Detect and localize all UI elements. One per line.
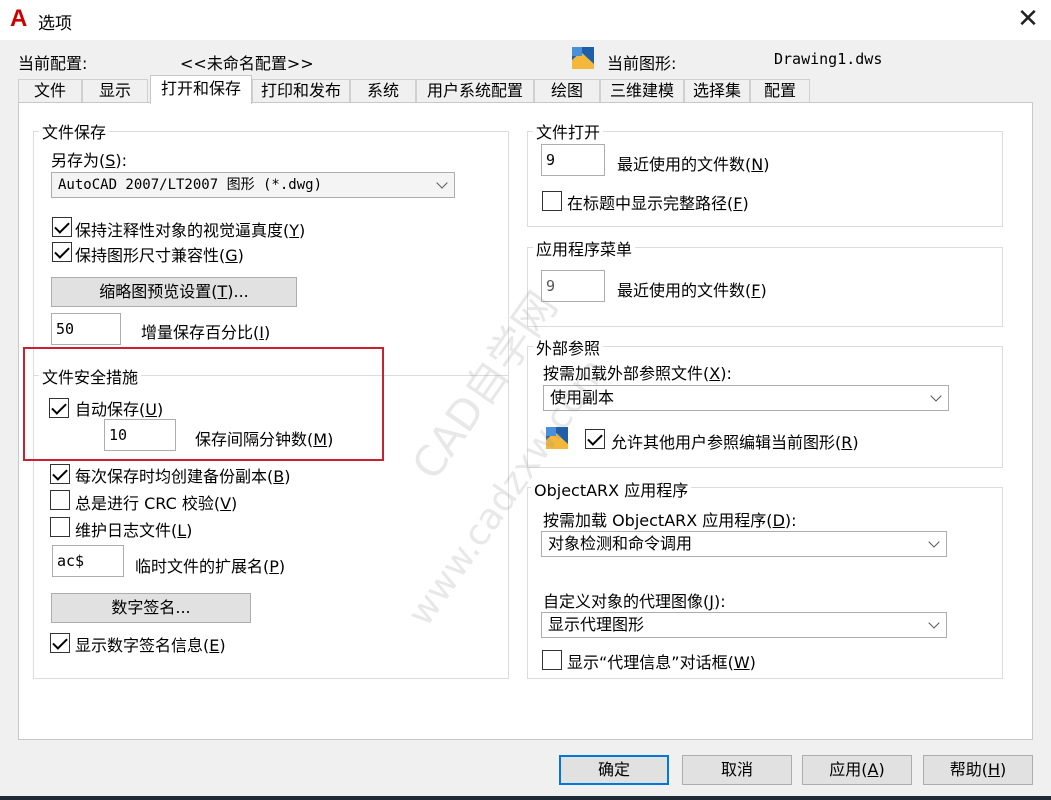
show-signature-label: 显示数字签名信息(E)	[75, 636, 226, 655]
keep-annotative-label: 保持注释性对象的视觉逼真度(Y)	[75, 221, 306, 240]
tab-profiles[interactable]: 配置	[750, 79, 810, 103]
proxy-dialog-label: 显示“代理信息”对话框(W)	[567, 653, 756, 672]
incremental-save-label: 增量保存百分比(I)	[141, 323, 271, 342]
cancel-button[interactable]: 取消	[682, 755, 792, 785]
tab-user-preferences[interactable]: 用户系统配置	[416, 79, 534, 103]
keep-annotative-checkbox[interactable]	[52, 217, 72, 237]
app-menu-recent-label: 最近使用的文件数(F)	[617, 281, 767, 300]
file-save-title: 文件保存	[39, 119, 110, 143]
backup-copy-label: 每次保存时均创建备份副本(B)	[75, 467, 291, 486]
taskbar-strip	[0, 796, 1051, 800]
autosave-label: 自动保存(U)	[75, 400, 164, 419]
proxy-image-select[interactable]: 显示代理图形	[541, 612, 947, 638]
title-bar	[0, 0, 1051, 40]
objectarx-title: ObjectARX 应用程序	[531, 477, 692, 501]
autosave-checkbox[interactable]	[49, 398, 69, 418]
backup-copy-checkbox[interactable]	[50, 464, 70, 484]
ok-button[interactable]: 确定	[559, 755, 669, 785]
tab-files[interactable]: 文件	[18, 79, 82, 103]
full-path-checkbox[interactable]	[542, 191, 562, 211]
keep-dimension-checkbox[interactable]	[52, 242, 72, 262]
keep-dimension-label: 保持图形尺寸兼容性(G)	[75, 246, 244, 265]
show-signature-checkbox[interactable]	[50, 633, 70, 653]
app-menu-recent-input[interactable]: 9	[541, 270, 605, 302]
log-file-checkbox[interactable]	[50, 517, 70, 537]
current-profile-value: <<未命名配置>>	[180, 54, 314, 73]
tab-display[interactable]: 显示	[82, 79, 148, 103]
help-button[interactable]: 帮助(H)	[923, 755, 1033, 785]
file-safety-title: 文件安全措施	[39, 364, 142, 388]
objectarx-demand-label: 按需加载 ObjectARX 应用程序(D):	[543, 511, 797, 530]
crc-check-label: 总是进行 CRC 校验(V)	[75, 494, 238, 513]
saveas-label: 另存为(S):	[51, 151, 128, 170]
proxy-image-label: 自定义对象的代理图像(J):	[543, 592, 726, 611]
close-icon[interactable]: ✕	[1014, 4, 1042, 34]
crc-check-checkbox[interactable]	[50, 490, 70, 510]
tab-drafting[interactable]: 绘图	[534, 79, 600, 103]
current-drawing-value: Drawing1.dws	[774, 50, 883, 68]
recent-files-label: 最近使用的文件数(N)	[617, 155, 770, 174]
drawing-file-icon	[572, 47, 594, 69]
tab-selection[interactable]: 选择集	[684, 79, 750, 103]
digital-signatures-button[interactable]: 数字签名...	[51, 593, 251, 623]
proxy-dialog-checkbox[interactable]	[542, 650, 562, 670]
allow-xref-edit-checkbox[interactable]	[585, 429, 605, 449]
tab-panel-open-save: 文件保存 另存为(S): AutoCAD 2007/LT2007 图形 (*.d…	[18, 102, 1033, 740]
temp-extension-label: 临时文件的扩展名(P)	[135, 557, 286, 576]
log-file-label: 维护日志文件(L)	[75, 521, 193, 540]
full-path-label: 在标题中显示完整路径(F)	[567, 194, 749, 213]
autosave-interval-label: 保存间隔分钟数(M)	[195, 430, 334, 449]
incremental-save-input[interactable]: 50	[51, 313, 121, 345]
thumbnail-settings-button[interactable]: 缩略图预览设置(T)...	[51, 277, 297, 307]
objectarx-demand-select[interactable]: 对象检测和命令调用	[541, 531, 947, 557]
current-drawing-label: 当前图形:	[607, 54, 677, 73]
allow-xref-edit-label: 允许其他用户参照编辑当前图形(R)	[611, 433, 859, 452]
window-title: 选项	[38, 14, 72, 34]
saveas-format-select[interactable]: AutoCAD 2007/LT2007 图形 (*.dwg)	[51, 172, 455, 198]
tab-3d-modeling[interactable]: 三维建模	[600, 79, 684, 103]
recent-files-input[interactable]: 9	[541, 144, 605, 176]
file-open-title: 文件打开	[533, 119, 604, 143]
temp-extension-input[interactable]: ac$	[52, 545, 124, 577]
autosave-interval-input[interactable]: 10	[104, 419, 176, 451]
tab-open-save[interactable]: 打开和保存	[150, 75, 252, 104]
autocad-logo-icon: A	[10, 5, 28, 32]
tab-plot-publish[interactable]: 打印和发布	[252, 79, 350, 103]
app-menu-title: 应用程序菜单	[533, 236, 636, 260]
apply-button[interactable]: 应用(A)	[802, 755, 912, 785]
current-profile-label: 当前配置:	[18, 54, 88, 73]
tab-system[interactable]: 系统	[350, 79, 416, 103]
